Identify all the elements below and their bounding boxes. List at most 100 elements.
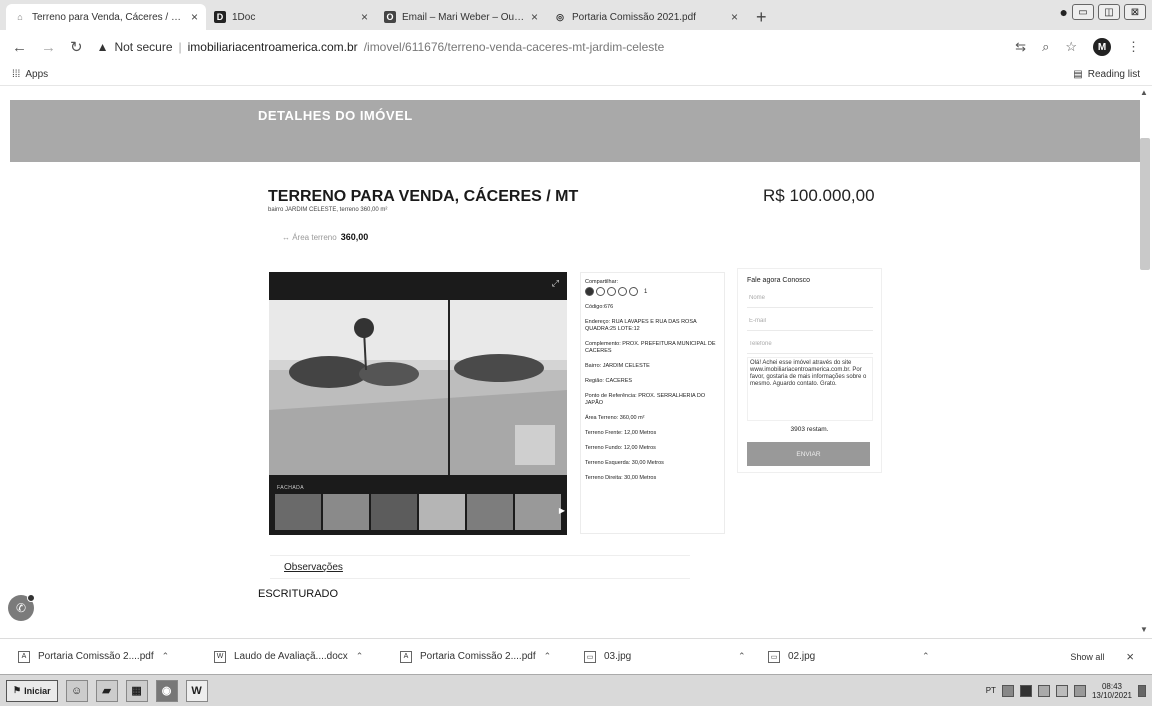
- expand-icon[interactable]: ⤢: [552, 278, 559, 289]
- thumbnail[interactable]: [515, 494, 561, 530]
- chevron-up-icon[interactable]: ⌃: [544, 651, 552, 662]
- start-label: Iniciar: [24, 685, 51, 696]
- tray-app-icon[interactable]: [1019, 684, 1032, 697]
- tab-portaria-pdf[interactable]: ◎ Portaria Comissão 2021.pdf ×: [546, 4, 746, 30]
- flag-icon[interactable]: [1073, 684, 1086, 697]
- share-icons: 1: [585, 287, 720, 296]
- chevron-up-icon[interactable]: ⌃: [356, 651, 364, 662]
- docx-icon: W: [214, 650, 226, 663]
- download-item[interactable]: ▭ 03.jpg ⌃: [566, 639, 750, 675]
- menu-icon[interactable]: ⋮: [1127, 39, 1140, 55]
- reload-icon[interactable]: ↻: [70, 38, 83, 56]
- close-icon[interactable]: ×: [731, 10, 738, 24]
- main-photo[interactable]: [269, 300, 567, 475]
- twitter-icon[interactable]: [596, 287, 605, 296]
- tab-outlook[interactable]: O Email – Mari Weber – Outlook ×: [376, 4, 546, 30]
- window-controls: ● ▭ ◫ ⊠: [1060, 4, 1146, 20]
- photo-caption: FACHADA: [277, 485, 305, 491]
- download-name: 02.jpg: [788, 651, 816, 662]
- back-icon[interactable]: ←: [12, 39, 27, 56]
- show-desktop-button[interactable]: [1138, 684, 1146, 697]
- pinterest-icon[interactable]: [607, 287, 616, 296]
- folder-icon[interactable]: ▰: [95, 679, 118, 702]
- new-tab-button[interactable]: +: [746, 4, 777, 30]
- pdf-icon: A: [400, 650, 412, 663]
- thumbnail[interactable]: [467, 494, 513, 530]
- whatsapp-float-button[interactable]: ✆: [8, 594, 35, 621]
- chevron-right-icon[interactable]: ▶: [559, 506, 565, 515]
- reading-list-icon: ▤: [1073, 69, 1083, 80]
- star-icon[interactable]: ☆: [1065, 39, 1077, 55]
- reading-list-button[interactable]: ▤ Reading list: [1073, 69, 1140, 80]
- scroll-up-icon[interactable]: ▲: [1140, 88, 1148, 97]
- restore-button[interactable]: ◫: [1098, 4, 1120, 20]
- download-item[interactable]: A Portaria Comissão 2....pdf ⌃: [382, 639, 566, 675]
- close-downloads-icon[interactable]: ×: [1126, 649, 1134, 664]
- page-scrollbar[interactable]: ▲ ▼: [1140, 88, 1150, 636]
- tab-1doc[interactable]: D 1Doc ×: [206, 4, 376, 30]
- url-field[interactable]: ▲ Not secure | imobiliariacentroamerica.…: [97, 40, 665, 54]
- zoom-icon[interactable]: ⌕: [1042, 39, 1049, 55]
- message-field[interactable]: Olá! Achei esse imóvel através do site w…: [747, 357, 873, 421]
- whatsapp-icon: ✆: [15, 601, 27, 615]
- downloads-actions: Show all ×: [1070, 649, 1134, 664]
- start-button[interactable]: ⚑ Iniciar: [6, 679, 58, 702]
- hero-title: DETALHES DO IMÓVEL: [258, 108, 413, 123]
- chevron-up-icon[interactable]: ⌃: [162, 651, 170, 662]
- photo-gallery[interactable]: ⤢ FACHADA ▶: [269, 272, 567, 535]
- volume-icon[interactable]: [1055, 684, 1068, 697]
- network-icon[interactable]: [1037, 684, 1050, 697]
- chevron-up-icon[interactable]: ⌃: [738, 651, 746, 662]
- url-host: imobiliariacentroamerica.com.br: [187, 40, 358, 54]
- whatsapp-share-icon[interactable]: [618, 287, 627, 296]
- windows-logo-icon: ⚑: [13, 685, 22, 695]
- detail-code: Código:676: [585, 304, 614, 310]
- tab-observations[interactable]: Observações: [284, 562, 343, 573]
- name-field[interactable]: [747, 288, 873, 308]
- thumbnail[interactable]: [371, 494, 417, 530]
- detail-address: Endereço: RUA LAVAPES E RUA DAS ROSA QUA…: [585, 319, 697, 332]
- close-icon[interactable]: ×: [361, 10, 368, 24]
- download-item[interactable]: A Portaria Comissão 2....pdf ⌃: [0, 639, 196, 675]
- tab-strip: ⌂ Terreno para Venda, Cáceres / MT, ... …: [0, 0, 1152, 30]
- download-item[interactable]: W Laudo de Avaliaçã....docx ⌃: [196, 639, 382, 675]
- apps-bookmark[interactable]: ⁞⁞⁞ Apps: [12, 69, 48, 80]
- thumbnail[interactable]: [275, 494, 321, 530]
- contact-form: Fale agora Conosco Olá! Achei esse imóve…: [737, 268, 882, 473]
- thumbnail[interactable]: [323, 494, 369, 530]
- chrome-icon[interactable]: ◉: [155, 679, 178, 702]
- download-item[interactable]: ▭ 02.jpg ⌃: [750, 639, 934, 675]
- translate-icon[interactable]: ⇆: [1015, 39, 1026, 55]
- thumbnail[interactable]: [419, 494, 465, 530]
- email-field[interactable]: [747, 311, 873, 331]
- close-icon[interactable]: ×: [191, 10, 198, 24]
- profile-avatar[interactable]: M: [1093, 38, 1111, 56]
- scroll-thumb[interactable]: [1140, 138, 1150, 270]
- forward-icon[interactable]: →: [41, 39, 56, 56]
- globe-icon: ◎: [556, 11, 564, 22]
- send-button[interactable]: ENVIAR: [747, 442, 870, 466]
- property-title: TERRENO PARA VENDA, CÁCERES / MT: [268, 188, 579, 205]
- scroll-down-icon[interactable]: ▼: [1140, 625, 1148, 634]
- record-icon[interactable]: ●: [1060, 4, 1068, 20]
- apps-label: Apps: [25, 69, 49, 80]
- facebook-icon[interactable]: [585, 287, 594, 296]
- detail-front: Terreno Frente: 12,00 Metros: [585, 430, 657, 436]
- show-all-button[interactable]: Show all: [1070, 652, 1104, 662]
- chars-remaining: 3903 restam.: [790, 426, 829, 433]
- minimize-button[interactable]: ▭: [1072, 4, 1094, 20]
- user-icon[interactable]: ☺: [65, 679, 88, 702]
- word-icon[interactable]: W: [185, 679, 208, 702]
- email-share-icon[interactable]: [629, 287, 638, 296]
- tray-app-icon[interactable]: [1001, 684, 1014, 697]
- chevron-up-icon[interactable]: ⌃: [922, 651, 930, 662]
- detail-neighborhood: Bairro: JARDIM CELESTE: [585, 363, 650, 369]
- clock[interactable]: 08:43 13/10/2021: [1092, 682, 1132, 700]
- tab-terreno[interactable]: ⌂ Terreno para Venda, Cáceres / MT, ... …: [6, 4, 206, 30]
- phone-field[interactable]: [747, 334, 873, 354]
- close-icon[interactable]: ×: [531, 10, 538, 24]
- language-indicator[interactable]: PT: [986, 686, 996, 695]
- explorer-icon[interactable]: ▦: [125, 679, 148, 702]
- close-window-button[interactable]: ⊠: [1124, 4, 1146, 20]
- property-subtitle: bairro JARDIM CELESTE, terreno 360,00 m²: [268, 207, 388, 213]
